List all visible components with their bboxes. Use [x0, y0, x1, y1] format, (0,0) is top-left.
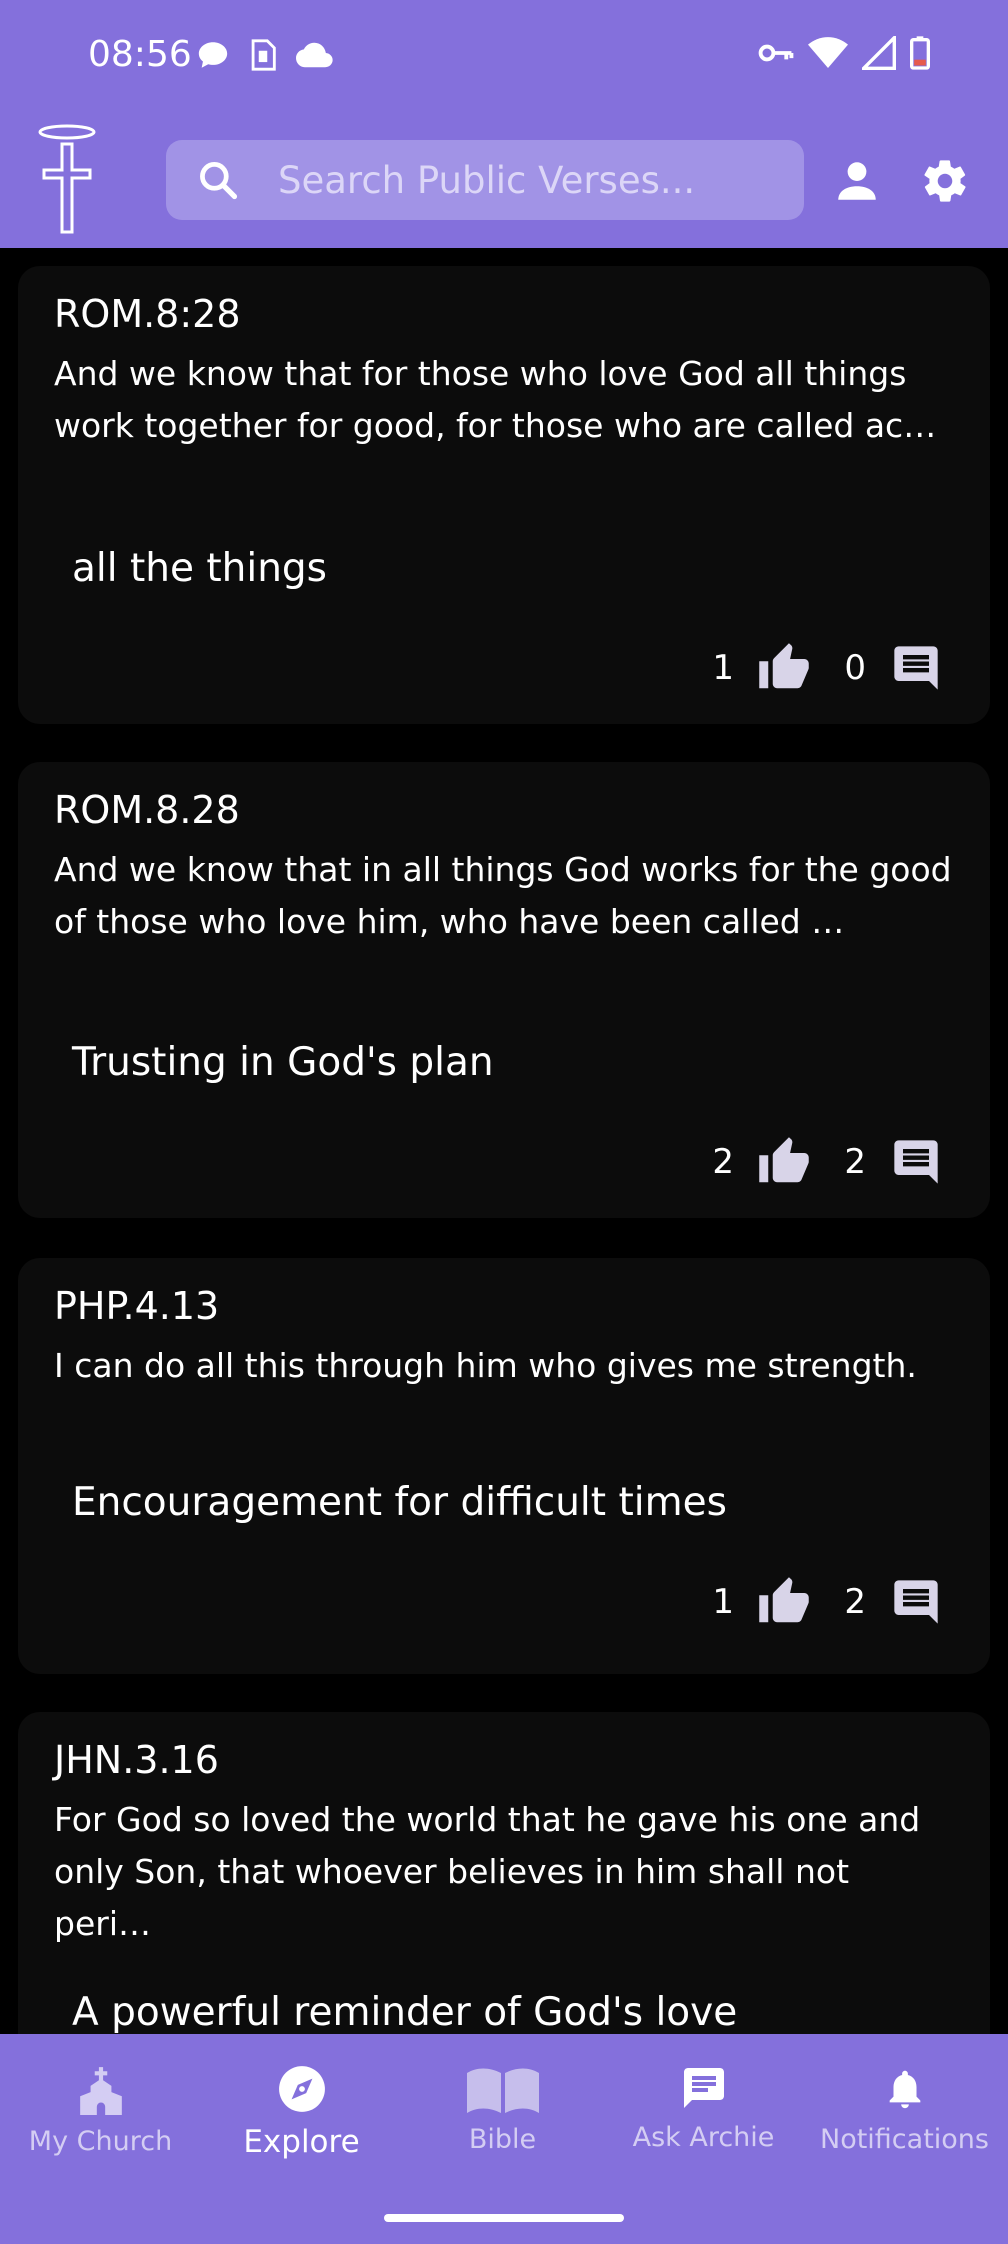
nav-my-church[interactable]: My Church	[0, 2064, 201, 2157]
status-bar: 08:56	[0, 0, 1008, 112]
comment-count: 0	[844, 648, 866, 688]
like-button[interactable]	[756, 1134, 812, 1190]
thumb-up-icon	[759, 1577, 809, 1623]
post-stats: 2 2	[704, 1134, 944, 1190]
cell-signal-icon	[862, 36, 896, 70]
status-icons-left	[196, 38, 334, 72]
nav-bible[interactable]: Bible	[402, 2064, 603, 2155]
gear-icon[interactable]	[920, 156, 970, 206]
search-input[interactable]	[276, 157, 804, 203]
like-button[interactable]	[756, 1574, 812, 1630]
like-button[interactable]	[756, 640, 812, 696]
comment-icon	[894, 646, 938, 690]
compass-icon	[278, 2066, 325, 2112]
thumb-up-icon	[759, 643, 809, 689]
post-stats: 1 0	[704, 640, 944, 696]
nav-label: Bible	[468, 2124, 537, 2155]
like-count: 1	[712, 648, 734, 688]
verse-text: And we know that in all things God works…	[54, 850, 952, 941]
verse-reference: ROM.8.28	[54, 788, 240, 832]
verse-feed[interactable]: ROM.8:28 And we know that for those who …	[0, 248, 1008, 2034]
search-bar[interactable]	[166, 140, 804, 220]
post-note: Encouragement for difficult times	[72, 1480, 727, 1525]
comment-button[interactable]	[888, 640, 944, 696]
verse-text: For God so loved the world that he gave …	[54, 1800, 921, 1943]
thumb-up-icon	[759, 1137, 809, 1183]
post-note: Trusting in God's plan	[72, 1040, 494, 1085]
battery-low-icon	[910, 36, 930, 70]
church-icon	[79, 2067, 122, 2115]
verse-card[interactable]: ROM.8.28 And we know that in all things …	[18, 762, 990, 1218]
post-note: A powerful reminder of God's love	[72, 1990, 738, 2034]
sim-card-icon	[251, 39, 276, 71]
bottom-nav: My Church Explore Bible Ask Archie Notif…	[0, 2034, 1008, 2244]
person-icon[interactable]	[832, 156, 882, 206]
verse-text: I can do all this through him who gives …	[54, 1346, 917, 1385]
verse-card[interactable]: ROM.8:28 And we know that for those who …	[18, 266, 990, 724]
verse-card[interactable]: JHN.3.16 For God so loved the world that…	[18, 1712, 990, 2034]
verse-text: And we know that for those who love God …	[54, 354, 937, 445]
verse-reference: JHN.3.16	[54, 1738, 219, 1782]
post-stats: 1 2	[704, 1574, 944, 1630]
vpn-key-icon	[758, 44, 794, 62]
nav-label: My Church	[28, 2126, 173, 2157]
wifi-icon	[808, 37, 848, 68]
search-icon[interactable]	[196, 158, 240, 202]
comment-count: 2	[844, 1582, 866, 1622]
verse-reference: ROM.8:28	[54, 292, 241, 336]
like-count: 2	[712, 1142, 734, 1182]
post-note: all the things	[72, 546, 328, 591]
nav-ask-archie[interactable]: Ask Archie	[603, 2064, 804, 2153]
chat-icon	[683, 2068, 724, 2108]
status-icons-right	[758, 36, 930, 70]
cloud-icon	[296, 42, 333, 68]
app-bar	[0, 112, 1008, 248]
status-time: 08:56	[88, 34, 192, 75]
nav-label: Explore	[243, 2124, 360, 2160]
nav-notifications[interactable]: Notifications	[804, 2064, 1005, 2155]
comment-button[interactable]	[888, 1134, 944, 1190]
verse-reference: PHP.4.13	[54, 1284, 220, 1328]
nav-label: Notifications	[820, 2124, 989, 2155]
comment-icon	[894, 1140, 938, 1184]
bell-icon	[889, 2070, 920, 2109]
home-indicator[interactable]	[384, 2214, 624, 2222]
comment-button[interactable]	[888, 1574, 944, 1630]
comment-count: 2	[844, 1142, 866, 1182]
verse-card[interactable]: PHP.4.13 I can do all this through him w…	[18, 1258, 990, 1674]
cross-halo-logo[interactable]	[38, 124, 96, 236]
comment-icon	[894, 1580, 938, 1624]
like-count: 1	[712, 1582, 734, 1622]
chat-bubble-icon	[198, 42, 228, 68]
nav-explore[interactable]: Explore	[201, 2064, 402, 2160]
open-book-icon	[466, 2068, 539, 2113]
nav-label: Ask Archie	[632, 2122, 775, 2153]
